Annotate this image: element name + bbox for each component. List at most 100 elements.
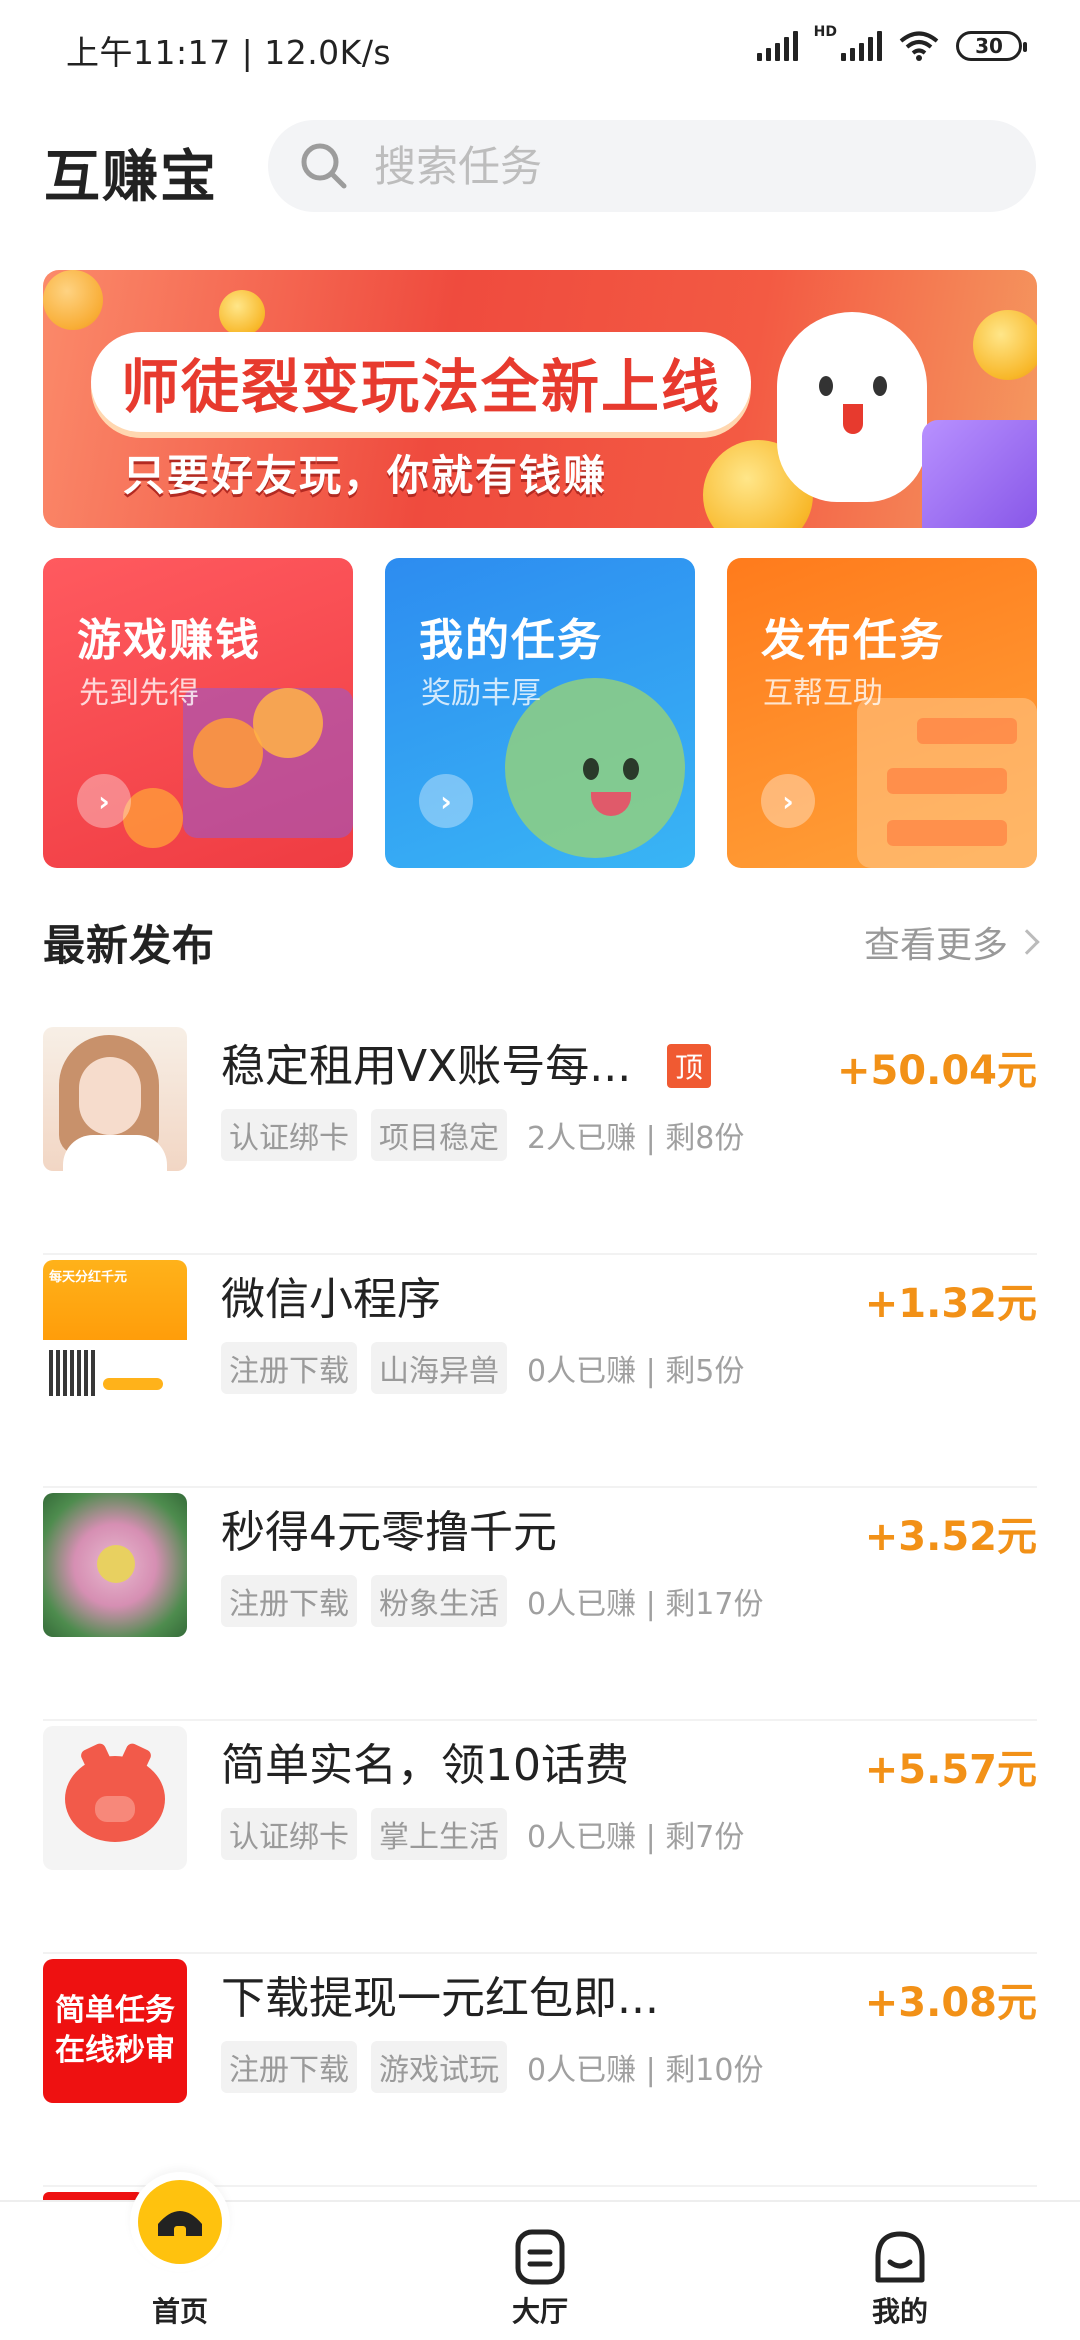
coin-icon	[219, 290, 265, 336]
battery-level: 30	[975, 34, 1003, 58]
search-bar[interactable]	[268, 120, 1036, 212]
card-publish-task[interactable]: 发布任务 互帮互助 ›	[727, 558, 1037, 868]
task-tag: 认证绑卡	[221, 1808, 357, 1860]
task-tag: 山海异兽	[371, 1342, 507, 1394]
wifi-icon	[899, 31, 939, 61]
search-input[interactable]	[374, 141, 994, 191]
task-item[interactable]: 每天分红千元 微信小程序 +1.32元 注册下载 山海异兽 0人已赚 | 剩5份	[43, 1255, 1037, 1488]
task-title: 稳定租用VX账号每...	[221, 1041, 632, 1092]
task-thumbnail	[43, 1726, 187, 1870]
card-subtitle: 先到先得	[79, 676, 199, 711]
task-item[interactable]: 稳定租用VX账号每... 顶 +50.04元 认证绑卡 项目稳定 2人已赚 | …	[43, 1022, 1037, 1255]
nav-mine[interactable]: 我的	[810, 2202, 990, 2340]
task-tag: 掌上生活	[371, 1808, 507, 1860]
card-title: 游戏赚钱	[77, 615, 261, 666]
card-title: 我的任务	[419, 615, 603, 666]
top-badge: 顶	[667, 1044, 711, 1088]
task-item[interactable]: 秒得4元零撸千元 +3.52元 注册下载 粉象生活 0人已赚 | 剩17份	[43, 1488, 1037, 1721]
thumb-text-line: 简单任务	[55, 1993, 175, 2028]
hd-label: HD	[813, 24, 837, 40]
task-meta: 认证绑卡 掌上生活 0人已赚 | 剩7份	[221, 1808, 744, 1860]
task-item[interactable]: 简单实名，领10话费 +5.57元 认证绑卡 掌上生活 0人已赚 | 剩7份	[43, 1721, 1037, 1954]
bottom-nav: 首页 大厅 我的	[0, 2172, 1080, 2340]
shirt-shape	[63, 1135, 167, 1171]
section-title: 最新发布	[43, 921, 216, 970]
task-tag: 游戏试玩	[371, 2041, 507, 2093]
next-task-thumbnail-partial	[43, 2192, 143, 2200]
task-stats: 2人已赚 | 剩8份	[527, 1121, 745, 1156]
face-shape	[79, 1057, 141, 1135]
card-title: 发布任务	[761, 615, 945, 666]
card-subtitle: 奖励丰厚	[421, 676, 541, 711]
banner-subtitle: 只要好友玩，你就有钱赚	[123, 451, 608, 500]
thumb-text-line: 在线秒审	[55, 2033, 175, 2068]
status-time: 上午11:17 | 12.0K/s	[66, 33, 392, 72]
nav-hall[interactable]: 大厅	[450, 2202, 630, 2340]
nav-home-label: 首页	[151, 2295, 208, 2328]
home-bubble	[130, 2172, 230, 2272]
task-thumbnail: 每天分红千元	[43, 1260, 187, 1404]
task-title: 微信小程序	[221, 1274, 441, 1325]
task-price: +1.32元	[864, 1281, 1037, 1327]
task-price: +5.57元	[864, 1747, 1037, 1793]
nav-mine-label: 我的	[871, 2295, 928, 2328]
banner-title: 师徒裂变玩法全新上线	[91, 332, 752, 432]
card-my-tasks[interactable]: 我的任务 奖励丰厚 ›	[385, 558, 695, 868]
task-thumbnail: 简单任务 在线秒审	[43, 1959, 187, 2103]
task-price: +3.08元	[864, 1980, 1037, 2026]
home-face-icon	[158, 2211, 202, 2238]
task-tag: 注册下载	[221, 1575, 357, 1627]
task-thumbnail	[43, 1493, 187, 1637]
coin-icon	[973, 310, 1037, 380]
status-bar: 上午11:17 | 12.0K/s HD 30	[0, 0, 1080, 96]
task-tag: 粉象生活	[371, 1575, 507, 1627]
task-stats: 0人已赚 | 剩17份	[527, 1587, 764, 1622]
card-game-earn[interactable]: 游戏赚钱 先到先得 ›	[43, 558, 353, 868]
task-stats: 0人已赚 | 剩7份	[527, 1820, 745, 1855]
signal-hd-icon	[841, 31, 882, 61]
lotus-center	[97, 1545, 135, 1583]
app-title: 互赚宝	[44, 145, 218, 210]
status-icons: HD 30	[756, 24, 1027, 66]
task-tag: 项目稳定	[371, 1109, 507, 1161]
task-stats: 0人已赚 | 剩5份	[527, 1354, 745, 1389]
search-icon	[301, 143, 347, 189]
task-thumbnail	[43, 1027, 187, 1171]
task-stats: 0人已赚 | 剩10份	[527, 2053, 764, 2088]
coin-icon	[253, 688, 323, 758]
see-more-link[interactable]: 查看更多	[863, 916, 1040, 968]
poster-text: 每天分红千元	[49, 1270, 128, 1285]
task-title: 简单实名，领10话费	[221, 1740, 629, 1791]
task-title: 秒得4元零撸千元	[221, 1507, 557, 1558]
task-price: +50.04元	[836, 1048, 1037, 1094]
task-meta: 注册下载 粉象生活 0人已赚 | 剩17份	[221, 1575, 763, 1627]
promo-banner[interactable]: 师徒裂变玩法全新上线 只要好友玩，你就有钱赚	[43, 270, 1037, 528]
task-tag: 认证绑卡	[221, 1109, 357, 1161]
coin-icon	[43, 270, 103, 330]
qr-code-icon	[49, 1350, 95, 1396]
battery-icon: 30	[956, 31, 1027, 61]
task-meta: 认证绑卡 项目稳定 2人已赚 | 剩8份	[221, 1109, 744, 1161]
poster-button	[103, 1378, 163, 1390]
task-tag: 注册下载	[221, 1342, 357, 1394]
task-meta: 注册下载 山海异兽 0人已赚 | 剩5份	[221, 1342, 744, 1394]
nav-home[interactable]: 首页	[90, 2172, 270, 2340]
task-list: 稳定租用VX账号每... 顶 +50.04元 认证绑卡 项目稳定 2人已赚 | …	[43, 1022, 1037, 2187]
chevron-right-icon: ›	[419, 774, 473, 828]
task-tag: 注册下载	[221, 2041, 357, 2093]
card-subtitle: 互帮互助	[763, 676, 883, 711]
task-title: 下载提现一元红包即...	[221, 1973, 659, 2024]
hall-icon	[515, 2229, 565, 2285]
task-price: +3.52元	[864, 1514, 1037, 1560]
chevron-right-icon: ›	[761, 774, 815, 828]
profile-icon	[875, 2231, 925, 2283]
task-item[interactable]: 简单任务 在线秒审 下载提现一元红包即... +3.08元 注册下载 游戏试玩 …	[43, 1954, 1037, 2187]
home-icon	[138, 2180, 222, 2264]
task-meta: 注册下载 游戏试玩 0人已赚 | 剩10份	[221, 2041, 763, 2093]
bunny-mascot	[777, 312, 927, 502]
chevron-right-icon: ›	[77, 774, 131, 828]
feature-cards: 游戏赚钱 先到先得 › 我的任务 奖励丰厚 › 发布任务 互帮互助 ›	[43, 558, 1037, 868]
chevron-right-icon	[1014, 929, 1040, 955]
see-more-label: 查看更多	[863, 925, 1008, 966]
coin-icon	[123, 788, 183, 848]
